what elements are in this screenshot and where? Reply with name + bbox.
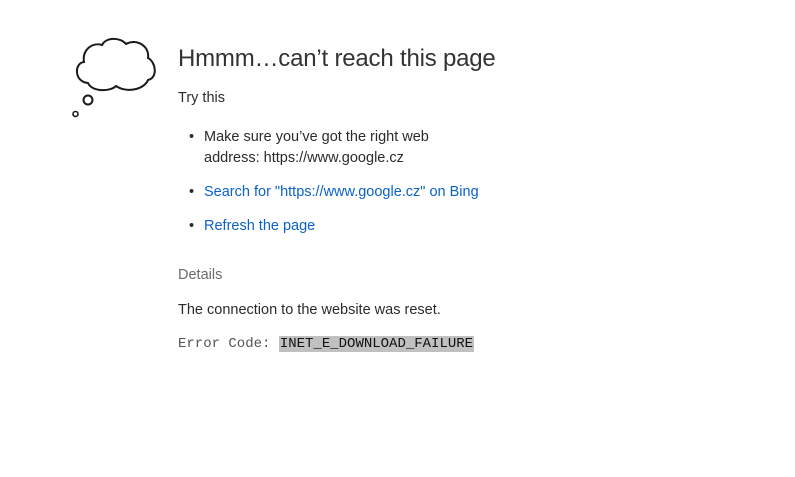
error-page: Hmmm…can’t reach this page Try this • Ma… bbox=[0, 0, 795, 477]
bullet-icon: • bbox=[189, 218, 195, 234]
refresh-page-link[interactable]: Refresh the page bbox=[204, 218, 315, 234]
suggestion-check-address: • Make sure you’ve got the right web add… bbox=[178, 127, 738, 169]
error-code-value: INET_E_DOWNLOAD_FAILURE bbox=[278, 336, 475, 352]
error-content: Hmmm…can’t reach this page Try this • Ma… bbox=[178, 40, 738, 354]
details-message: The connection to the website was reset. bbox=[178, 302, 441, 318]
try-this-label: Try this bbox=[178, 90, 225, 106]
suggestion-refresh: • Refresh the page bbox=[178, 216, 738, 237]
page-title: Hmmm…can’t reach this page bbox=[178, 45, 496, 72]
search-bing-link[interactable]: Search for "https://www.google.cz" on Bi… bbox=[204, 184, 479, 200]
details-toggle[interactable]: Details bbox=[178, 265, 738, 285]
suggestions-list: • Make sure you’ve got the right web add… bbox=[178, 127, 738, 237]
error-code-label: Error Code: bbox=[178, 336, 271, 352]
bullet-icon: • bbox=[189, 129, 195, 145]
error-code-line: Error Code: INET_E_DOWNLOAD_FAILURE bbox=[178, 335, 738, 354]
thought-cloud-icon bbox=[72, 37, 156, 118]
bullet-icon: • bbox=[189, 184, 195, 200]
suggestion-search-bing: • Search for "https://www.google.cz" on … bbox=[178, 182, 738, 203]
suggestion-text: Make sure you’ve got the right web addre… bbox=[204, 129, 429, 166]
